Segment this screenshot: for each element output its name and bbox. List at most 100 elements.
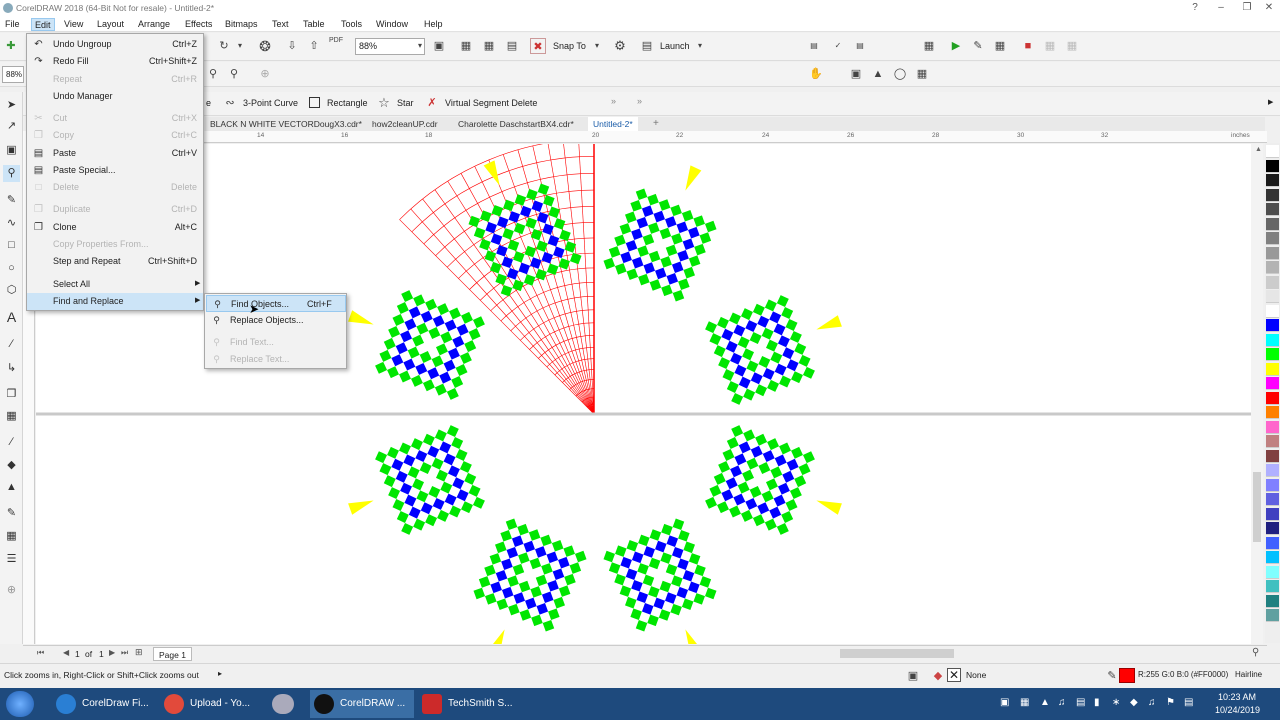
artistic-media-icon[interactable]: ∿ — [3, 215, 20, 232]
palette-swatch[interactable] — [1266, 246, 1279, 260]
menu-arrange[interactable]: Arrange — [135, 18, 173, 31]
palette-swatch[interactable] — [1266, 449, 1279, 463]
tab-charolette[interactable]: Charolette DaschstartBX4.cdr* — [453, 117, 579, 131]
freehand-tool-icon[interactable]: ✎ — [3, 192, 20, 209]
artwork[interactable] — [36, 144, 1251, 644]
palette-swatch[interactable] — [1266, 536, 1279, 550]
launch-dropdown-icon[interactable]: ▾ — [692, 38, 708, 54]
scroll-up-icon[interactable]: ▲ — [1255, 146, 1262, 153]
network-icon[interactable]: ▤ — [1076, 697, 1085, 708]
stop-icon[interactable]: ▦ — [1064, 38, 1080, 54]
zoom-selected-icon[interactable]: ▲ — [870, 66, 886, 82]
show-guidelines-icon[interactable]: ▤ — [504, 38, 520, 54]
volume-icon[interactable]: ♫ — [1148, 697, 1156, 708]
diamond-motif[interactable] — [601, 149, 736, 304]
palette-swatch[interactable] — [1266, 391, 1279, 405]
rectangle-tool-icon[interactable]: □ — [3, 237, 20, 254]
menu-view[interactable]: View — [61, 18, 86, 31]
minimize-button[interactable]: – — [1208, 0, 1234, 16]
partial-tool-label[interactable]: e — [206, 98, 211, 108]
eyedropper-icon[interactable]: ∕ — [3, 434, 20, 451]
menu-item-undo-manager[interactable]: Undo Manager — [27, 88, 203, 105]
tab-untitled-2[interactable]: Untitled-2* — [588, 117, 638, 131]
menu-item-undo-ungroup[interactable]: ↶ Undo Ungroup Ctrl+Z — [27, 36, 203, 53]
expand-arrow-icon[interactable]: ▶ — [1268, 98, 1273, 106]
import-icon[interactable]: ⇩ — [284, 38, 300, 54]
full-screen-preview-icon[interactable]: ▣ — [431, 38, 447, 54]
menu-item-find-and-replace[interactable]: Find and Replace ▶ — [27, 293, 203, 310]
snap-to-button[interactable]: Snap To — [553, 41, 586, 51]
three-point-curve-button[interactable]: 3-Point Curve — [243, 98, 298, 108]
menu-item-duplicate[interactable]: ❐ Duplicate Ctrl+D — [27, 201, 203, 218]
new-document-icon[interactable]: ✚ — [3, 38, 19, 54]
diamond-motifs[interactable] — [335, 144, 855, 644]
battery-icon[interactable]: ▮ — [1094, 697, 1100, 708]
palette-swatch[interactable] — [1266, 609, 1279, 622]
diamond-motif[interactable] — [335, 274, 487, 402]
diamond-motif[interactable] — [335, 423, 487, 551]
zoom-all-icon[interactable]: ◯ — [892, 66, 908, 82]
polygon-tool-icon[interactable]: ⬡ — [3, 282, 20, 299]
diamond-motif[interactable] — [454, 516, 589, 644]
palette-swatch[interactable] — [1266, 377, 1279, 390]
dropbox-icon[interactable]: ◆ — [1130, 697, 1138, 708]
palette-swatch[interactable] — [1266, 319, 1279, 332]
palette-swatch[interactable] — [1266, 333, 1279, 347]
rectangle-icon[interactable] — [309, 97, 320, 108]
menu-item-replace-objects[interactable]: ⚲ Replace Objects... — [206, 312, 346, 329]
menu-bitmaps[interactable]: Bitmaps — [222, 18, 261, 31]
outline-pen-icon[interactable]: ✎ — [3, 505, 20, 522]
outline-pen-status-icon[interactable]: ✎ — [1104, 668, 1120, 684]
fill-indicator-icon[interactable]: ◆ — [930, 668, 946, 684]
diamond-motif[interactable] — [703, 423, 855, 551]
menu-item-find-text[interactable]: ⚲ Find Text... — [206, 334, 346, 351]
record-macro-icon[interactable]: ■ — [1020, 38, 1036, 54]
redo-dropdown-icon[interactable]: ▾ — [232, 38, 248, 54]
interactive-fill-icon[interactable]: ◆ — [3, 457, 20, 474]
zoom-tool-icon[interactable]: ⚲ — [3, 165, 20, 182]
vertical-scrollbar[interactable]: ▲ — [1251, 144, 1263, 644]
palette-swatch[interactable] — [1266, 174, 1279, 187]
palette-swatch[interactable] — [1266, 145, 1279, 158]
palette-swatch[interactable] — [1266, 435, 1279, 448]
diamond-motif[interactable] — [601, 516, 736, 644]
zoom-left-input[interactable]: 88% — [2, 66, 24, 83]
palette-swatch[interactable] — [1266, 188, 1279, 202]
align-icon[interactable]: ☰ — [3, 551, 20, 568]
menu-table[interactable]: Table — [300, 18, 328, 31]
menu-item-delete[interactable]: □ Delete Delete — [27, 179, 203, 196]
palette-swatch[interactable] — [1266, 464, 1279, 477]
scroll-thumb[interactable] — [1253, 472, 1261, 542]
taskbar-item-upload[interactable]: Upload - Yo... — [160, 690, 264, 718]
wifi-icon[interactable]: ▤ — [1184, 697, 1193, 708]
menu-layout[interactable]: Layout — [94, 18, 127, 31]
palette-swatch[interactable] — [1266, 203, 1279, 216]
start-button-icon[interactable] — [6, 691, 34, 717]
show-rulers-icon[interactable]: ▦ — [458, 38, 474, 54]
redo-icon[interactable]: ↻ — [216, 38, 232, 54]
help-icon[interactable]: ? — [1182, 0, 1208, 16]
hand-icon[interactable]: ✋ — [808, 66, 824, 82]
diamond-motif[interactable] — [703, 279, 855, 407]
zoom-out-icon[interactable]: ⚲ — [205, 66, 221, 82]
palette-swatch[interactable] — [1266, 594, 1279, 608]
text-tool-icon[interactable]: A — [3, 309, 20, 326]
new-tab-icon[interactable]: + — [653, 118, 659, 129]
bluetooth-icon[interactable]: ∗ — [1112, 697, 1120, 708]
ellipse-tool-icon[interactable]: ○ — [3, 260, 20, 277]
drop-shadow-icon[interactable]: ❐ — [3, 386, 20, 403]
run-macro-icon[interactable]: ▶ — [948, 38, 964, 54]
menu-item-replace-text[interactable]: ⚲ Replace Text... — [206, 351, 346, 368]
outline-color-swatch[interactable] — [1119, 668, 1135, 683]
taskbar-item-coreldraw-file[interactable]: CorelDraw Fi... — [52, 690, 156, 718]
options-gear-icon[interactable]: ⚙ — [612, 38, 628, 54]
next-page-icon[interactable]: ▶ — [109, 648, 115, 657]
add-page-icon[interactable]: ⊞ — [135, 647, 143, 658]
table-icon[interactable]: ▦ — [921, 38, 937, 54]
menu-item-copy-properties[interactable]: Copy Properties From... — [27, 236, 203, 253]
palette-swatch[interactable] — [1266, 565, 1279, 579]
diamond-motif[interactable] — [449, 144, 584, 299]
palette-swatch[interactable] — [1266, 261, 1279, 274]
star-icon[interactable]: ☆ — [376, 95, 392, 111]
launch-button[interactable]: Launch — [660, 41, 690, 51]
